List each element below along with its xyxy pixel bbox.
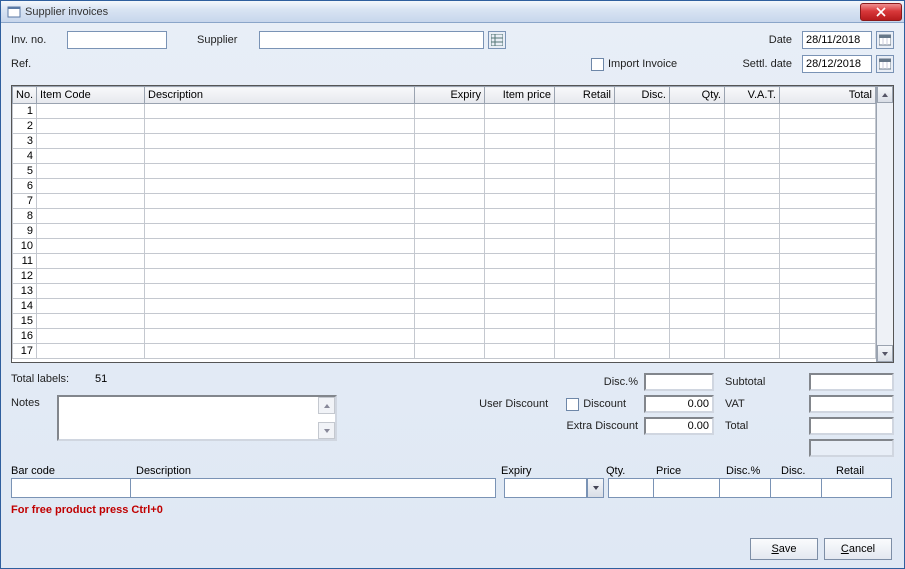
date-label: Date <box>752 34 792 46</box>
table-row[interactable]: 14 <box>13 299 876 314</box>
table-row[interactable]: 15 <box>13 314 876 329</box>
entry-barcode-label: Bar code <box>11 465 136 477</box>
col-retail[interactable]: Retail <box>555 87 615 104</box>
notes-textarea[interactable] <box>57 395 337 441</box>
table-row[interactable]: 6 <box>13 179 876 194</box>
discount-chk-label: Discount <box>583 398 626 410</box>
window-title: Supplier invoices <box>25 6 860 18</box>
supplier-label: Supplier <box>197 34 255 46</box>
inv-no-label: Inv. no. <box>11 34 63 46</box>
col-item-code[interactable]: Item Code <box>37 87 145 104</box>
disc-pct-field[interactable] <box>644 373 714 391</box>
entry-disc-label: Disc. <box>781 465 836 477</box>
subtotal-label: Subtotal <box>725 376 805 388</box>
table-row[interactable]: 8 <box>13 209 876 224</box>
scroll-up-icon[interactable] <box>877 86 893 103</box>
col-expiry[interactable]: Expiry <box>415 87 485 104</box>
table-row[interactable]: 3 <box>13 134 876 149</box>
table-row[interactable]: 16 <box>13 329 876 344</box>
app-icon <box>7 5 21 19</box>
hint-text: For free product press Ctrl+0 <box>1 498 904 516</box>
entry-expiry-dropdown-button[interactable] <box>587 478 604 498</box>
footer-area: Total labels: 51 Notes Disc.% <box>1 369 904 461</box>
table-row[interactable]: 11 <box>13 254 876 269</box>
settl-date-input[interactable] <box>802 55 872 73</box>
subtotal-field <box>809 373 894 391</box>
entry-barcode-input[interactable] <box>11 478 131 498</box>
extra-discount-label: Extra Discount <box>566 420 638 432</box>
table-row[interactable]: 12 <box>13 269 876 284</box>
discount-field[interactable]: 0.00 <box>644 395 714 413</box>
entry-price-input[interactable] <box>654 478 720 498</box>
entry-retail-input[interactable] <box>822 478 892 498</box>
settl-date-label: Settl. date <box>732 58 792 70</box>
extra-discount-field[interactable]: 0.00 <box>644 417 714 435</box>
items-grid[interactable]: No. Item Code Description Expiry Item pr… <box>11 85 894 363</box>
window: Supplier invoices Inv. no. Supplier Date… <box>0 0 905 569</box>
ref-label: Ref. <box>11 58 63 70</box>
scroll-down-icon[interactable] <box>877 345 893 362</box>
header-form: Inv. no. Supplier Date Ref. Import Invoi… <box>1 23 904 83</box>
entry-qty-input[interactable] <box>608 478 654 498</box>
date-calendar-button[interactable] <box>876 31 894 49</box>
total-label: Total <box>725 420 805 432</box>
table-row[interactable]: 7 <box>13 194 876 209</box>
entry-expiry-input[interactable] <box>504 478 587 498</box>
total-field <box>809 417 894 435</box>
entry-disc-input[interactable] <box>771 478 822 498</box>
extra-total-field <box>809 439 894 457</box>
entry-price-label: Price <box>656 465 726 477</box>
col-total[interactable]: Total <box>780 87 876 104</box>
entry-disc-pct-label: Disc.% <box>726 465 781 477</box>
col-disc[interactable]: Disc. <box>615 87 670 104</box>
entry-retail-label: Retail <box>836 465 891 477</box>
col-description[interactable]: Description <box>145 87 415 104</box>
title-bar: Supplier invoices <box>1 1 904 23</box>
table-row[interactable]: 1 <box>13 104 876 119</box>
inv-no-input[interactable] <box>67 31 167 49</box>
date-input[interactable] <box>802 31 872 49</box>
col-item-price[interactable]: Item price <box>485 87 555 104</box>
entry-expiry-label: Expiry <box>501 465 606 477</box>
import-invoice-checkbox[interactable] <box>591 58 604 71</box>
entry-row: Bar code Description Expiry Qty. Price D… <box>1 461 904 498</box>
col-vat[interactable]: V.A.T. <box>725 87 780 104</box>
table-row[interactable]: 13 <box>13 284 876 299</box>
entry-disc-pct-input[interactable] <box>720 478 771 498</box>
entry-qty-label: Qty. <box>606 465 656 477</box>
supplier-lookup-button[interactable] <box>488 31 506 49</box>
notes-label: Notes <box>11 395 53 409</box>
disc-pct-label: Disc.% <box>604 376 638 388</box>
supplier-input[interactable] <box>259 31 484 49</box>
table-row[interactable]: 17 <box>13 344 876 359</box>
total-labels-label: Total labels: <box>11 373 91 385</box>
notes-scroll-down-icon[interactable] <box>318 422 335 439</box>
table-row[interactable]: 10 <box>13 239 876 254</box>
entry-description-input[interactable] <box>131 478 496 498</box>
user-discount-label: User Discount <box>479 398 548 410</box>
settl-date-calendar-button[interactable] <box>876 55 894 73</box>
total-labels-value: 51 <box>95 373 125 385</box>
vat-field <box>809 395 894 413</box>
vat-label: VAT <box>725 398 805 410</box>
col-qty[interactable]: Qty. <box>670 87 725 104</box>
table-row[interactable]: 2 <box>13 119 876 134</box>
close-button[interactable] <box>860 3 902 21</box>
grid-header-row: No. Item Code Description Expiry Item pr… <box>13 87 876 104</box>
table-row[interactable]: 4 <box>13 149 876 164</box>
import-invoice-label: Import Invoice <box>608 58 698 70</box>
discount-checkbox[interactable] <box>566 398 579 411</box>
entry-description-label: Description <box>136 465 501 477</box>
grid-vertical-scrollbar[interactable] <box>876 86 893 362</box>
cancel-button[interactable]: Cancel <box>824 538 892 560</box>
button-bar: Save Cancel <box>750 538 892 560</box>
save-button[interactable]: Save <box>750 538 818 560</box>
notes-scroll-up-icon[interactable] <box>318 397 335 414</box>
table-row[interactable]: 9 <box>13 224 876 239</box>
col-no[interactable]: No. <box>13 87 37 104</box>
table-row[interactable]: 5 <box>13 164 876 179</box>
